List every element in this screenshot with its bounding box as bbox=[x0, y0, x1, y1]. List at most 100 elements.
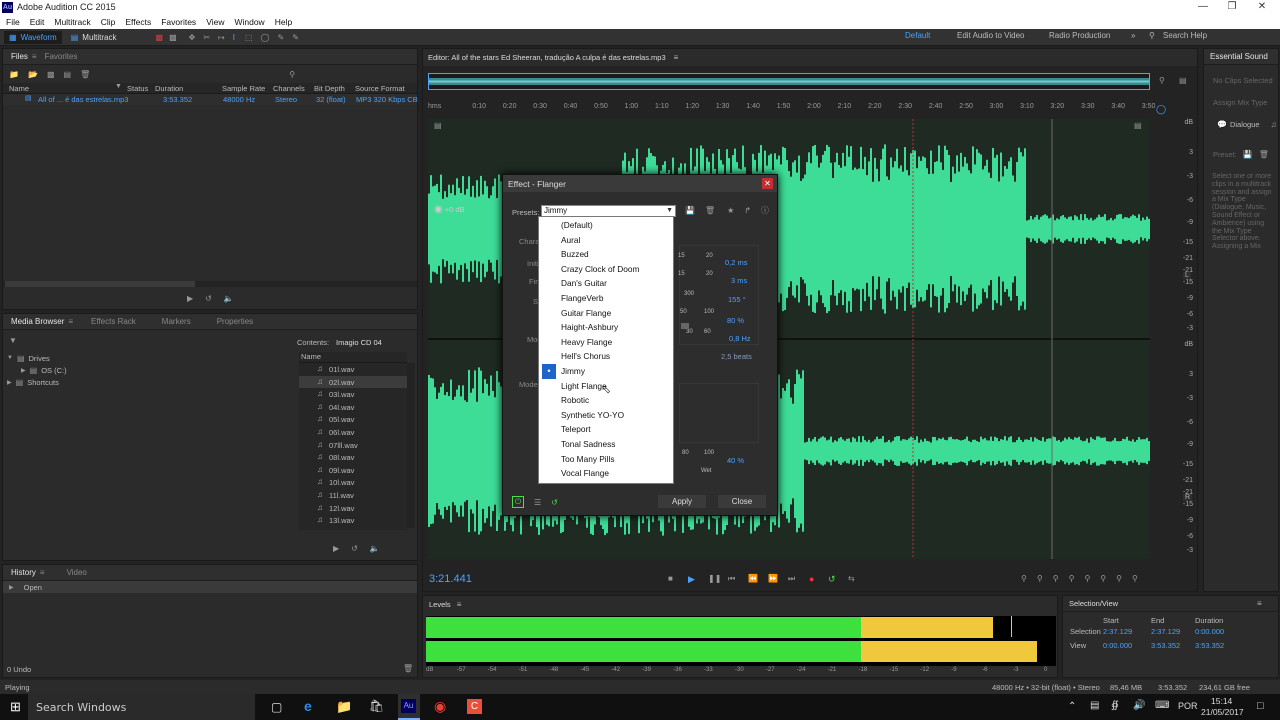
clock-date[interactable]: 21/05/2017 bbox=[1201, 707, 1244, 717]
workspace-edit-audio-to-video[interactable]: Edit Audio to Video bbox=[957, 31, 1024, 40]
tray-chevron-up-icon[interactable]: ⌃ bbox=[1068, 701, 1076, 712]
list-item[interactable]: ♫ 03l.wav bbox=[299, 388, 407, 401]
media-scrollbar[interactable] bbox=[407, 363, 415, 528]
tree-drives[interactable]: ▼ ▤ Drives bbox=[7, 352, 289, 364]
tab-properties[interactable]: Properties bbox=[217, 317, 253, 326]
open-file-icon[interactable]: 📁 bbox=[9, 70, 19, 79]
gain-knob-icon[interactable]: ◉ bbox=[434, 204, 443, 215]
minimize-icon[interactable]: — bbox=[1188, 1, 1218, 12]
spectral-pitch-icon[interactable]: ▩ bbox=[169, 33, 177, 42]
play-icon[interactable]: ▶ bbox=[688, 574, 695, 585]
preset-menu-item[interactable]: Vocal Flange bbox=[539, 466, 673, 481]
list-item[interactable]: ♫ 08l.wav bbox=[299, 451, 407, 464]
timeline-zoom-icon[interactable]: ◯ bbox=[1156, 104, 1166, 115]
zoom-in-left-icon[interactable]: ⚲ bbox=[1116, 574, 1122, 583]
initial-delay-value[interactable]: 0,2 ms bbox=[725, 258, 748, 267]
store-icon[interactable]: 🛍 bbox=[369, 699, 384, 713]
preset-menu-item[interactable]: FlangeVerb bbox=[539, 291, 673, 306]
list-item[interactable]: ♫ 01l.wav bbox=[299, 363, 407, 376]
brush-tool-icon[interactable]: ✎ bbox=[278, 33, 285, 42]
tab-files[interactable]: Files bbox=[11, 52, 28, 61]
col-duration[interactable]: Duration bbox=[155, 84, 183, 93]
timeline-ruler[interactable]: hms 0:10 0:20 0:30 0:40 0:50 1:00 1:10 1:20 1:30… bbox=[428, 103, 1155, 115]
col-media-name[interactable]: Name bbox=[299, 352, 407, 363]
list-item[interactable]: ♫ 07lll.wav bbox=[299, 439, 407, 452]
spectral-frequency-icon[interactable]: ▩ bbox=[156, 33, 164, 42]
pause-icon[interactable]: ❚❚ bbox=[708, 574, 721, 583]
list-item[interactable]: ♫ 09l.wav bbox=[299, 464, 407, 477]
route-channels-icon[interactable]: ↱ bbox=[744, 206, 751, 215]
workspace-default[interactable]: Default bbox=[905, 31, 930, 40]
media-menu-icon[interactable]: ≡ bbox=[68, 317, 73, 326]
delete-preset-icon[interactable]: 🗑 bbox=[1259, 150, 1269, 159]
chrome-icon[interactable]: ◉ bbox=[434, 698, 446, 715]
modulation-beats-value[interactable]: 2,5 beats bbox=[721, 352, 752, 361]
selection-duration[interactable]: 0:00.000 bbox=[1195, 627, 1224, 636]
save-effect-preset-icon[interactable]: 💾 bbox=[685, 206, 695, 215]
preset-menu-item[interactable]: Too Many Pills bbox=[539, 452, 673, 467]
effect-menu-icon[interactable]: ☰ bbox=[534, 498, 541, 507]
spot-healing-icon[interactable]: ✎ bbox=[292, 33, 299, 42]
table-row[interactable]: ▤ All of ... é das estrelas.mp3 3:53.352… bbox=[3, 94, 418, 105]
clock-time[interactable]: 15:14 bbox=[1211, 696, 1232, 706]
preset-menu-item[interactable]: Dan's Guitar bbox=[539, 276, 673, 291]
preview-play-icon[interactable]: ▶ bbox=[187, 294, 193, 303]
network-icon[interactable]: ∯ bbox=[1111, 700, 1119, 711]
collapse-icon[interactable]: ▶ bbox=[7, 379, 12, 386]
zoom-full-icon[interactable]: ⚲ bbox=[1084, 574, 1090, 583]
preset-menu-item[interactable]: • Jimmy bbox=[539, 363, 673, 379]
list-item[interactable]: ♫ 10l.wav bbox=[299, 476, 407, 489]
view-end[interactable]: 3:53.352 bbox=[1151, 641, 1180, 650]
menu-favorites[interactable]: Favorites bbox=[161, 17, 196, 27]
modulation-slider-handle[interactable] bbox=[681, 323, 689, 329]
col-channels[interactable]: Channels bbox=[273, 84, 305, 93]
more-workspaces-button[interactable]: » bbox=[1131, 31, 1135, 40]
zoom-out-time-icon[interactable]: ⚲ bbox=[1069, 574, 1075, 583]
insert-icon[interactable]: ▤ bbox=[64, 70, 72, 79]
menu-window[interactable]: Window bbox=[234, 17, 264, 27]
view-start[interactable]: 0:00.000 bbox=[1103, 641, 1132, 650]
tree-shortcuts[interactable]: ▶ ▤ Shortcuts bbox=[7, 376, 289, 388]
tray-app-icon[interactable]: ▤ bbox=[1090, 700, 1099, 711]
preset-menu-item[interactable]: Aural bbox=[539, 233, 673, 248]
volume-icon[interactable]: 🔊 bbox=[1133, 700, 1145, 711]
skip-forward-icon[interactable]: ⏭ bbox=[788, 574, 795, 584]
fast-forward-icon[interactable]: ⏩ bbox=[768, 574, 778, 583]
col-sample-rate[interactable]: Sample Rate bbox=[222, 84, 265, 93]
col-status[interactable]: Status bbox=[127, 84, 148, 93]
waveform-view-button[interactable]: ▦ Waveform bbox=[4, 30, 62, 44]
delete-history-icon[interactable]: 🗑 bbox=[403, 664, 413, 673]
search-help-label[interactable]: Search Help bbox=[1163, 31, 1207, 40]
record-icon[interactable]: ● bbox=[809, 574, 814, 584]
list-item[interactable]: ♫ 12l.wav bbox=[299, 502, 407, 515]
import-icon[interactable]: 📂 bbox=[28, 70, 38, 79]
stereo-phasing-value[interactable]: 155 ° bbox=[728, 295, 746, 304]
channel-right-label[interactable]: R bbox=[1183, 494, 1193, 501]
time-selection-tool-icon[interactable]: I bbox=[233, 33, 235, 42]
menu-view[interactable]: View bbox=[206, 17, 224, 27]
files-panel-menu-icon[interactable]: ≡ bbox=[32, 52, 37, 61]
workspace-radio-production[interactable]: Radio Production bbox=[1049, 31, 1110, 40]
lasso-tool-icon[interactable]: ◯ bbox=[261, 33, 270, 42]
col-source-format[interactable]: Source Format bbox=[355, 84, 405, 93]
tab-video[interactable]: Video bbox=[67, 568, 87, 577]
preset-menu-item[interactable]: (Default) bbox=[539, 218, 673, 233]
current-time[interactable]: 3:21.441 bbox=[429, 573, 472, 585]
menu-effects[interactable]: Effects bbox=[125, 17, 151, 27]
preset-menu-item[interactable]: Buzzed bbox=[539, 247, 673, 262]
modulation-rate-value[interactable]: 0,8 Hz bbox=[729, 334, 751, 343]
preset-menu-item[interactable]: Guitar Flange bbox=[539, 306, 673, 321]
preset-menu-item[interactable]: Teleport bbox=[539, 422, 673, 437]
preset-menu-item[interactable]: Haight-Ashbury bbox=[539, 320, 673, 335]
feedback-value[interactable]: 80 % bbox=[727, 316, 744, 325]
list-item[interactable]: ♫ 05l.wav bbox=[299, 413, 407, 426]
editor-menu-icon[interactable]: ≡ bbox=[674, 53, 679, 62]
channel-top-right-icon[interactable]: ▤ bbox=[1134, 121, 1142, 130]
view-duration[interactable]: 3:53.352 bbox=[1195, 641, 1224, 650]
zoom-in-amplitude-icon[interactable]: ⚲ bbox=[1021, 574, 1027, 583]
list-item[interactable]: ♫ 04l.wav bbox=[299, 401, 407, 414]
media-loop-icon[interactable]: ↺ bbox=[351, 544, 358, 553]
col-bit-depth[interactable]: Bit Depth bbox=[314, 84, 345, 93]
menu-help[interactable]: Help bbox=[275, 17, 292, 27]
editor-title[interactable]: Editor: All of the stars Ed Sheeran, tra… bbox=[428, 53, 666, 62]
